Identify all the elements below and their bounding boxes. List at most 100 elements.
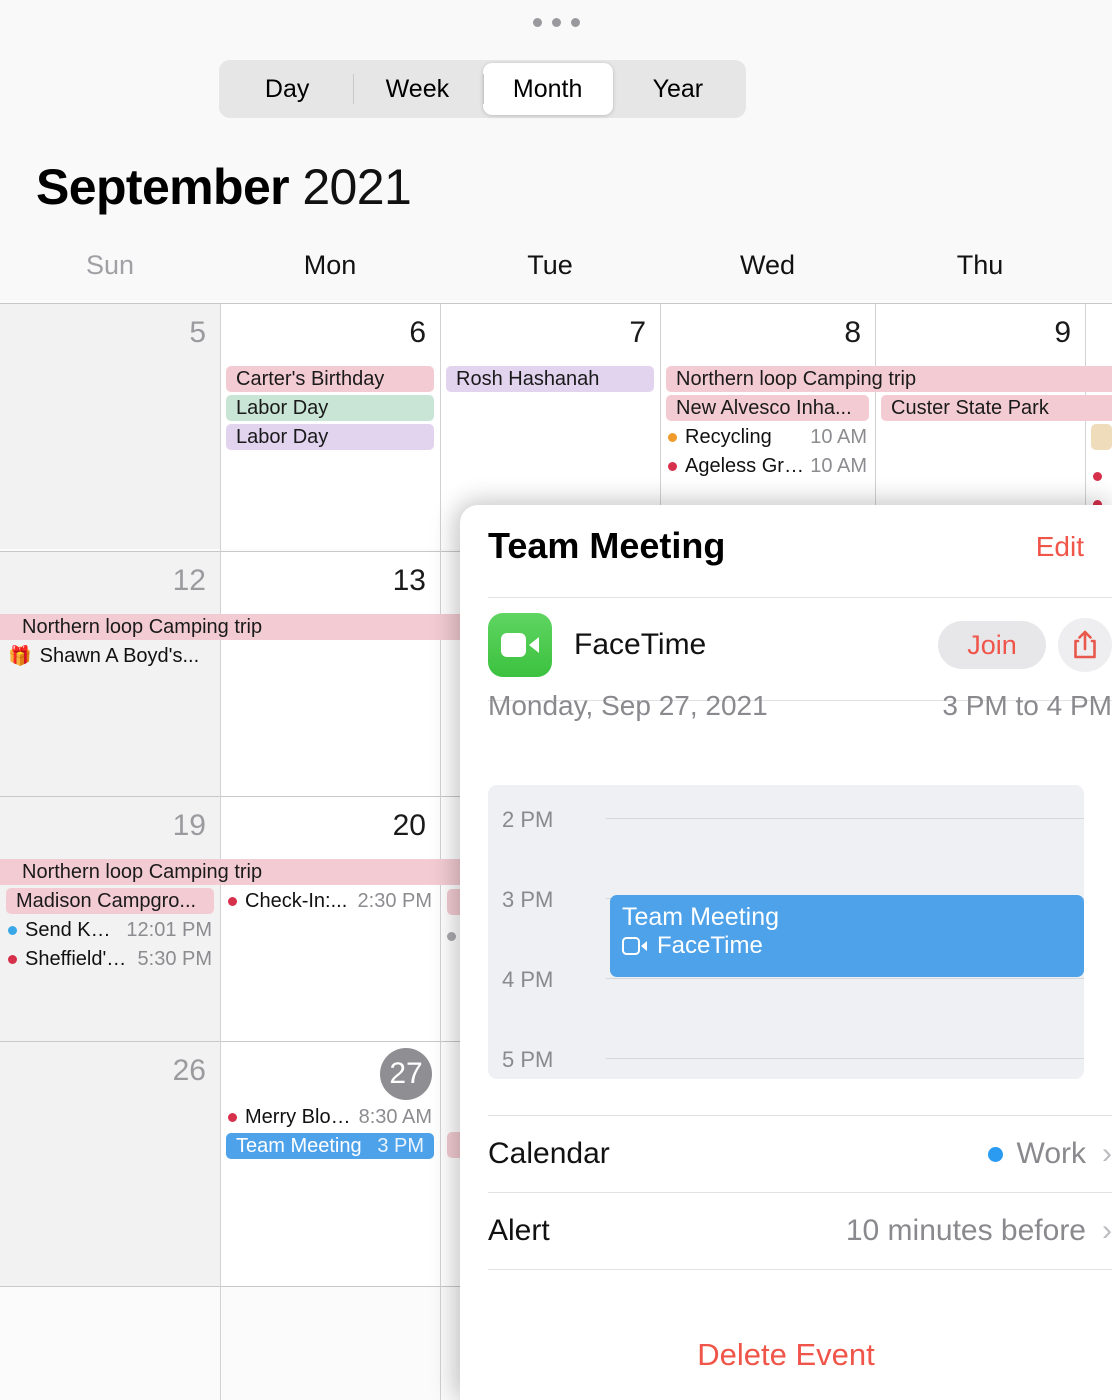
view-tab-month[interactable]: Month xyxy=(482,63,613,115)
timed-event[interactable]: Merry Bloo... 8:30 AM xyxy=(228,1103,432,1131)
event-time: 5:30 PM xyxy=(137,947,212,970)
event-color-dot-icon xyxy=(228,896,237,906)
timed-event[interactable]: Check-In:... 2:30 PM xyxy=(228,887,432,915)
event-time-range: 3 PM to 4 PM xyxy=(942,690,1112,721)
alert-value: 10 minutes before xyxy=(845,1214,1086,1247)
month-label: September xyxy=(36,159,290,215)
event-color-dot-icon xyxy=(228,1112,237,1122)
multitasking-handle-icon[interactable] xyxy=(0,14,1112,32)
popover-header: Team Meeting Edit xyxy=(488,525,1084,587)
weekday-tue: Tue xyxy=(527,250,573,280)
all-day-event-chip[interactable]: Madison Campgro... xyxy=(6,888,214,914)
year-label: 2021 xyxy=(302,159,412,215)
event-title: Team Meeting xyxy=(488,525,726,566)
weekday-thu: Thu xyxy=(956,250,1004,280)
timeline-gridline xyxy=(606,818,1084,819)
calendar-row-value: Work › xyxy=(987,1137,1112,1171)
event-name: Check-In:... xyxy=(245,889,348,912)
edit-button[interactable]: Edit xyxy=(1036,531,1084,563)
day-cell[interactable]: 26 xyxy=(0,1042,220,1287)
grid-column-line xyxy=(440,304,441,1400)
event-name: Recycling xyxy=(685,425,772,448)
all-day-event-chip[interactable]: Labor Day xyxy=(226,424,434,450)
calendar-row-label: Calendar xyxy=(488,1137,610,1170)
event-color-dot-icon xyxy=(668,461,677,471)
calendar-app: Day Week Month Year September 2021 Sun Mon Tu… xyxy=(0,0,1112,1400)
event-detail-popover: Team Meeting Edit FaceTime Join Monday, … xyxy=(460,505,1112,1400)
event-timeline[interactable]: 5 PM 4 PM 3 PM 2 PM Team Meeting FaceTime xyxy=(488,785,1084,1079)
timeline-hour-row: 5 PM xyxy=(488,1047,1084,1072)
alert-row-value: 10 minutes before › xyxy=(846,1214,1112,1248)
event-time: 10 AM xyxy=(810,425,867,448)
event-date-row: Monday, Sep 27, 2021 3 PM to 4 PM xyxy=(488,690,1112,732)
chevron-right-icon: › xyxy=(1102,1214,1112,1247)
divider xyxy=(488,1269,1112,1270)
timeline-event-title: Team Meeting xyxy=(622,903,780,931)
timeline-event-subtitle-text: FaceTime xyxy=(657,932,763,959)
day-number: 5 xyxy=(189,316,206,349)
day-number: 26 xyxy=(172,1054,206,1087)
event-color-dot-icon xyxy=(668,432,677,442)
all-day-event-chip[interactable]: Team Meeting 3 PM xyxy=(226,1133,434,1159)
event-name: Merry Bloo... xyxy=(245,1105,353,1128)
timeline-event-subtitle: FaceTime xyxy=(622,931,1084,961)
timeline-hour-row: 2 PM xyxy=(488,807,1084,832)
day-cell[interactable]: 5 xyxy=(0,304,220,549)
segment-separator xyxy=(352,74,354,104)
timeline-hour-label: 2 PM xyxy=(502,807,554,832)
all-day-event-chip[interactable]: Carter's Birthday xyxy=(226,366,434,392)
share-icon[interactable] xyxy=(1058,618,1112,672)
divider xyxy=(488,597,1112,598)
timed-event[interactable]: Recycling 10 AM xyxy=(668,423,867,451)
timeline-gridline xyxy=(606,978,1084,979)
join-button[interactable]: Join xyxy=(938,621,1046,669)
alert-row[interactable]: Alert 10 minutes before › xyxy=(488,1193,1112,1269)
day-cell[interactable]: 13 xyxy=(220,552,440,797)
view-switcher-segmented-control[interactable]: Day Week Month Year xyxy=(219,60,746,118)
all-day-event-chip[interactable]: Rosh Hashanah xyxy=(446,366,654,392)
day-cell[interactable]: 27 xyxy=(220,1042,440,1287)
event-time: 3 PM xyxy=(377,1135,424,1157)
timed-event[interactable] xyxy=(1093,462,1112,490)
event-color-dot-icon xyxy=(447,931,456,941)
all-day-event-chip[interactable] xyxy=(1091,424,1112,450)
event-name: Sheffield's... xyxy=(25,947,132,970)
event-time: 2:30 PM xyxy=(357,889,432,912)
top-bar: Day Week Month Year September 2021 Sun Mon Tu… xyxy=(0,0,1112,304)
timed-event[interactable]: Ageless Grace 10 AM xyxy=(668,452,867,480)
timeline-hour-label: 5 PM xyxy=(502,1047,554,1072)
timed-event[interactable]: 🎁 Shawn A Boyd's... xyxy=(8,642,212,670)
timed-event[interactable]: Sheffield's... 5:30 PM xyxy=(8,945,212,973)
event-time: 12:01 PM xyxy=(126,918,212,941)
all-day-event-chip[interactable]: Northern loop Camping trip xyxy=(666,366,1112,392)
event-date: Monday, Sep 27, 2021 xyxy=(488,690,768,721)
view-tab-week[interactable]: Week xyxy=(352,63,482,115)
all-day-event-chip[interactable]: New Alvesco Inha... xyxy=(666,395,869,421)
grid-column-line xyxy=(220,304,221,1400)
weekday-wed: Wed xyxy=(739,250,796,280)
timeline-hour-label: 3 PM xyxy=(502,887,554,912)
timeline-event-block[interactable]: Team Meeting FaceTime xyxy=(610,895,1084,977)
event-name: Shawn A Boyd's... xyxy=(39,644,200,667)
day-cell[interactable]: 12 xyxy=(0,552,220,797)
view-tab-year[interactable]: Year xyxy=(613,63,743,115)
event-name: Send Ken... xyxy=(25,918,121,941)
event-time: 8:30 AM xyxy=(358,1105,432,1128)
delete-event-button[interactable]: Delete Event xyxy=(460,1337,1112,1373)
chevron-right-icon: › xyxy=(1102,1137,1112,1170)
day-number: 8 xyxy=(844,316,861,349)
view-tab-day[interactable]: Day xyxy=(222,63,352,115)
day-number: 27 xyxy=(380,1048,432,1100)
timed-event[interactable]: Send Ken... 12:01 PM xyxy=(8,916,212,944)
event-color-dot-icon xyxy=(8,925,17,935)
all-day-event-chip[interactable]: Custer State Park xyxy=(881,395,1112,421)
event-time: 10 AM xyxy=(810,454,867,477)
calendar-row[interactable]: Calendar Work › xyxy=(488,1116,1112,1192)
timeline-gridline xyxy=(606,1058,1084,1059)
facetime-video-icon xyxy=(488,613,552,677)
all-day-event-chip[interactable]: Labor Day xyxy=(226,395,434,421)
event-name: Team Meeting xyxy=(236,1135,362,1157)
day-number: 13 xyxy=(392,564,426,597)
event-color-dot-icon xyxy=(8,954,17,964)
day-cell[interactable]: 20 xyxy=(220,797,440,1042)
